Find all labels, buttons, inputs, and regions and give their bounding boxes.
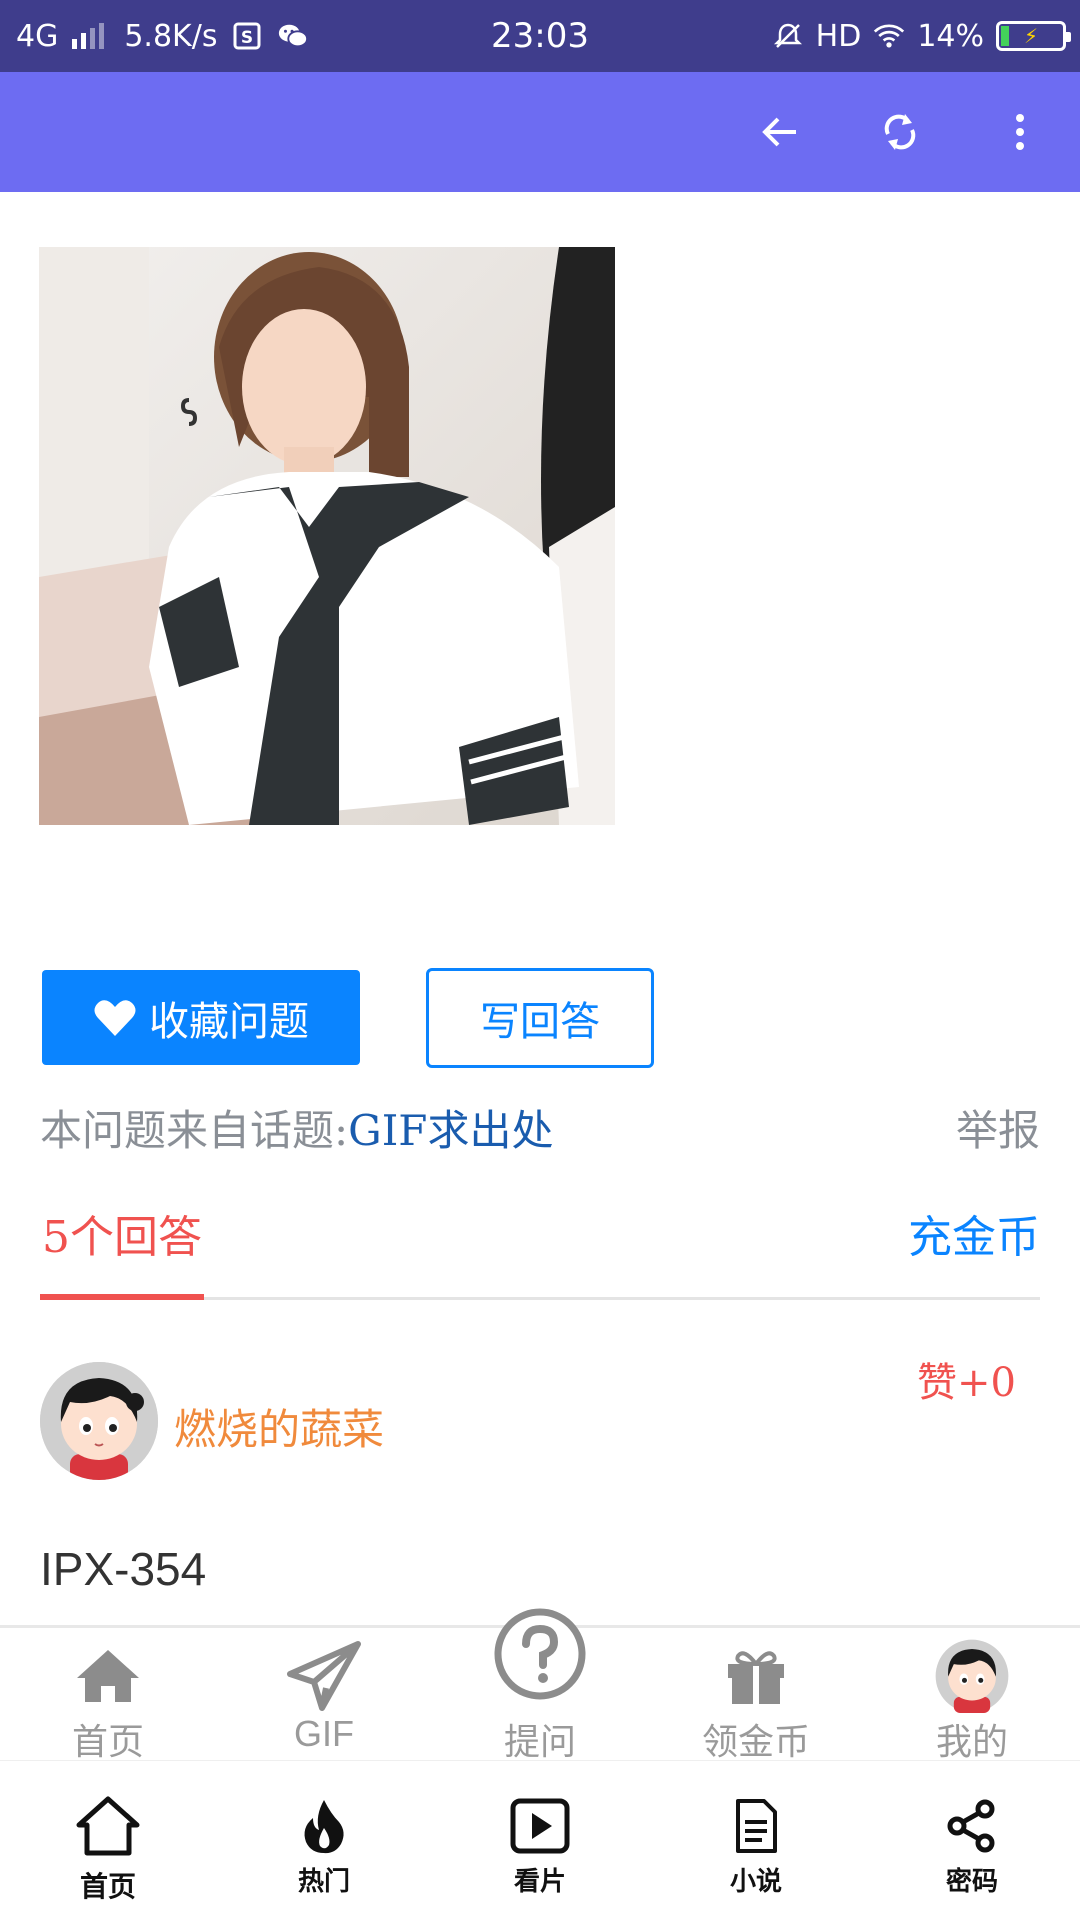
snav-home-label: 首页 xyxy=(79,1870,136,1903)
avatar[interactable] xyxy=(40,1362,158,1480)
write-answer-button[interactable]: 写回答 xyxy=(426,968,654,1068)
answer-text: IPX-354 xyxy=(40,1543,207,1595)
bottom-nav: 首页 GIF 提问 领金币 我的 xyxy=(0,1608,1080,1763)
alarm-off-icon xyxy=(772,20,804,52)
topic-link[interactable]: GIF求出处 xyxy=(348,1106,553,1155)
document-icon xyxy=(736,1799,777,1853)
battery-icon: ⚡ xyxy=(996,21,1071,51)
snav-watch[interactable]: 看片 xyxy=(432,1761,648,1921)
question-circle-icon xyxy=(494,1608,586,1700)
like-counter[interactable]: 赞+0 xyxy=(917,1350,1016,1408)
question-content: 收藏问题 写回答 本问题来自话题:GIF求出处 举报 5个回答 充金币 燃烧的蔬… xyxy=(0,192,1080,1625)
fire-icon xyxy=(304,1800,344,1854)
status-left: 4G 5.8K/s S xyxy=(16,0,309,72)
s-app-icon: S xyxy=(231,20,263,52)
nav-gif[interactable]: GIF xyxy=(216,1628,432,1763)
back-button[interactable] xyxy=(742,94,818,170)
more-vert-icon xyxy=(1016,114,1024,150)
battery-percent: 14% xyxy=(917,18,984,54)
topic-row: 本问题来自话题:GIF求出处 举报 xyxy=(40,1097,1040,1157)
home-icon xyxy=(77,1650,139,1702)
paper-plane-icon xyxy=(287,1641,361,1711)
answers-tab-bar: 5个回答 充金币 xyxy=(40,1207,1040,1300)
snav-novel-label: 小说 xyxy=(729,1867,782,1897)
status-bar: 4G 5.8K/s S 23:03 HD 14% ⚡ xyxy=(0,0,1080,72)
question-image[interactable] xyxy=(39,247,615,825)
favorite-label: 收藏问题 xyxy=(149,998,309,1045)
network-type: 4G xyxy=(16,18,59,54)
share-icon xyxy=(947,1799,995,1853)
wifi-icon xyxy=(873,20,905,52)
secondary-nav: 首页 热门 看片 小说 密码 xyxy=(0,1760,1080,1920)
write-answer-label: 写回答 xyxy=(480,999,600,1045)
snav-password-label: 密码 xyxy=(945,1867,998,1897)
snav-novel[interactable]: 小说 xyxy=(648,1761,864,1921)
nav-gif-label: GIF xyxy=(294,1713,354,1754)
heart-icon xyxy=(94,999,136,1036)
sync-icon xyxy=(884,114,916,150)
report-link[interactable]: 举报 xyxy=(956,1097,1040,1158)
app-bar xyxy=(0,72,1080,192)
refresh-button[interactable] xyxy=(862,94,938,170)
play-square-icon xyxy=(510,1798,570,1854)
more-button[interactable] xyxy=(982,94,1058,170)
snav-hot[interactable]: 热门 xyxy=(216,1761,432,1921)
home-outline-icon xyxy=(76,1796,140,1856)
status-right: HD 14% ⚡ xyxy=(772,0,1071,72)
avatar-icon xyxy=(935,1639,1009,1713)
photo-illustration xyxy=(39,247,615,825)
tab-answers[interactable]: 5个回答 xyxy=(40,1207,204,1300)
signal-icon xyxy=(72,23,105,49)
snav-hot-label: 热门 xyxy=(297,1867,350,1897)
recharge-coins-link[interactable]: 充金币 xyxy=(908,1207,1040,1269)
nav-get-coins-label: 领金币 xyxy=(701,1722,810,1763)
snav-password[interactable]: 密码 xyxy=(864,1761,1080,1921)
topic-prefix: 本问题来自话题: xyxy=(40,1106,349,1155)
gift-icon xyxy=(728,1651,784,1704)
svg-text:S: S xyxy=(241,28,253,48)
answer-item: 燃烧的蔬菜 赞+0 IPX-354 xyxy=(40,1360,1040,1622)
snav-home[interactable]: 首页 xyxy=(0,1761,216,1921)
favorite-question-button[interactable]: 收藏问题 xyxy=(42,970,360,1065)
nav-ask-label: 提问 xyxy=(503,1722,576,1763)
nav-mine-label: 我的 xyxy=(935,1722,1008,1763)
network-speed: 5.8K/s xyxy=(124,18,218,54)
avatar-icon xyxy=(40,1362,158,1480)
arrow-left-icon xyxy=(762,117,796,147)
nav-ask[interactable]: 提问 xyxy=(432,1608,648,1763)
snav-watch-label: 看片 xyxy=(513,1867,566,1897)
nav-home-label: 首页 xyxy=(71,1722,144,1763)
wechat-icon xyxy=(277,20,309,52)
nav-get-coins[interactable]: 领金币 xyxy=(648,1628,864,1763)
nav-mine[interactable]: 我的 xyxy=(864,1628,1080,1763)
nav-home[interactable]: 首页 xyxy=(0,1628,216,1763)
answer-username[interactable]: 燃烧的蔬菜 xyxy=(174,1396,384,1457)
hd-indicator: HD xyxy=(815,18,862,54)
